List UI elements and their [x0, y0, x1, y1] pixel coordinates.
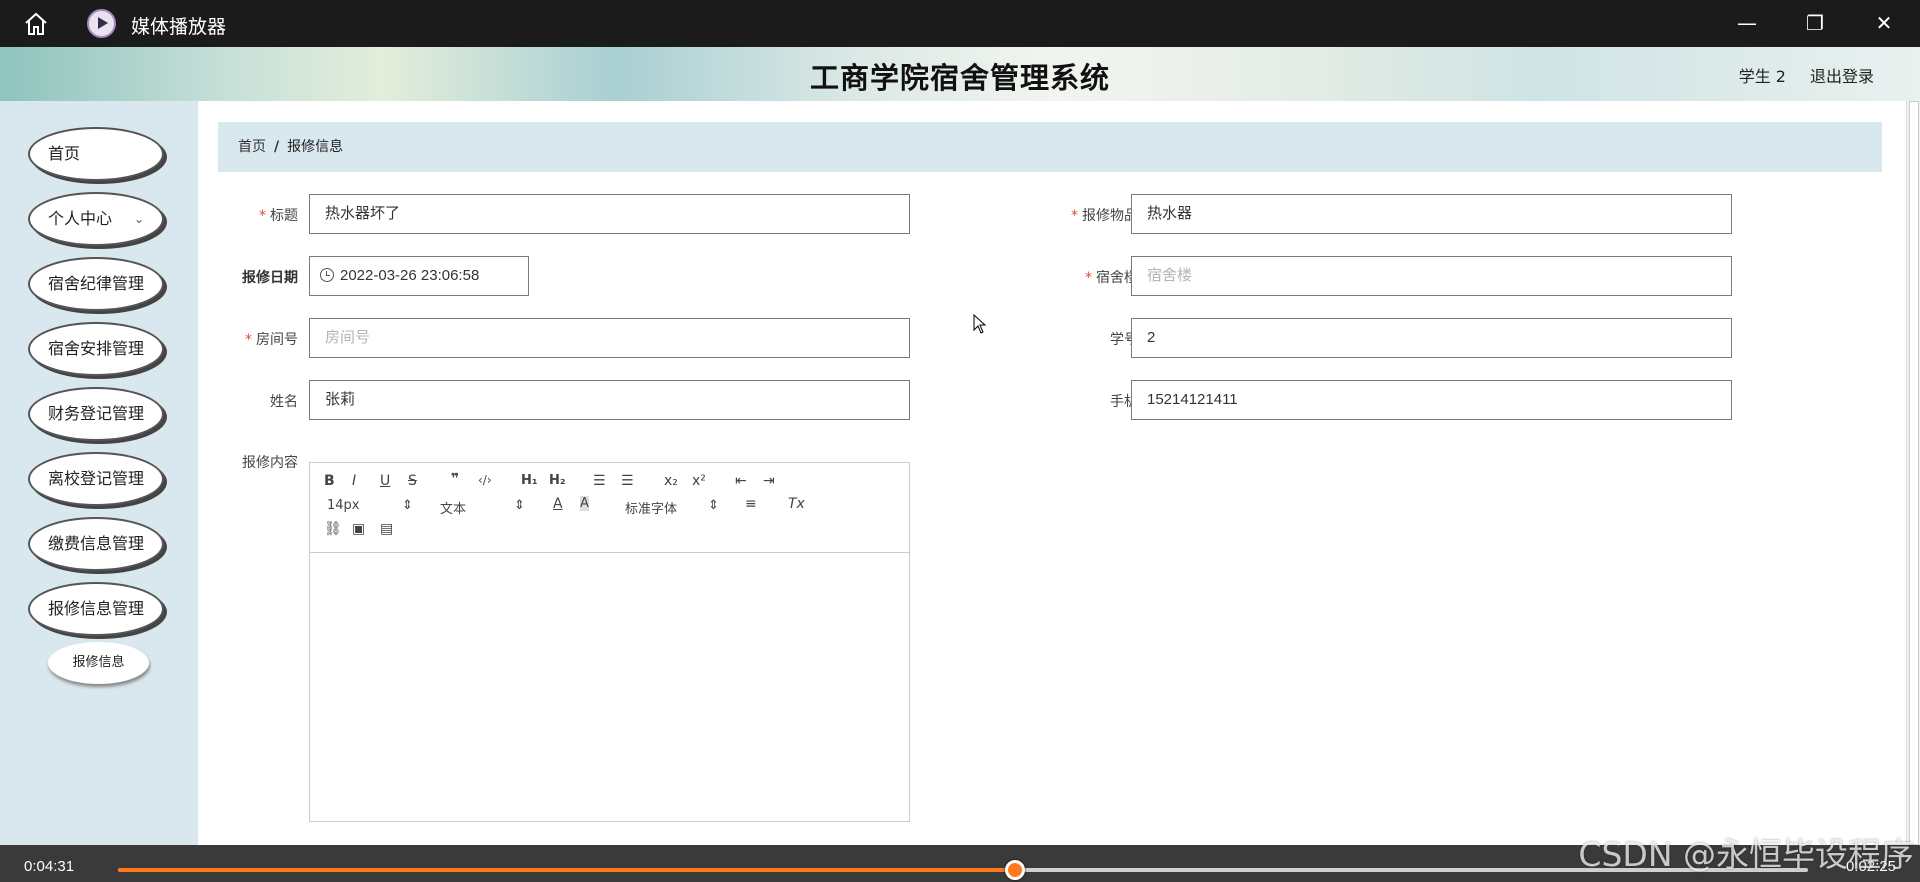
- scrollbar-thumb[interactable]: [1909, 101, 1919, 845]
- window-titlebar: 媒体播放器 — ❐ ✕: [0, 0, 1920, 47]
- phone-input[interactable]: 15214121411: [1131, 380, 1732, 420]
- background-color-icon[interactable]: A: [580, 496, 589, 511]
- underline-button[interactable]: U: [380, 473, 390, 489]
- select-arrows-icon: ⇕: [708, 498, 719, 513]
- logout-link[interactable]: 退出登录: [1810, 63, 1874, 87]
- repair-date-value: 2022-03-26 23:06:58: [340, 267, 480, 284]
- sidebar-item-label: 报修信息管理: [47, 599, 144, 618]
- seek-progress: [118, 868, 1016, 872]
- app-content: 工商学院宿舍管理系统 学生 2 退出登录 首页 个人中心 ⌄ 宿舍纪律管理 宿舍安…: [0, 47, 1920, 845]
- editor-toolbar: B I U S ❞ ‹/› H₁ H₂ ☰ ☰ x₂ x² ⇤ ⇥ 14px ⇕…: [310, 463, 909, 553]
- sidebar-item-finance[interactable]: 财务登记管理: [28, 387, 164, 441]
- sidebar-item-label: 财务登记管理: [47, 404, 144, 423]
- sidebar-item-label: 宿舍纪律管理: [47, 274, 144, 293]
- breadcrumb-separator: /: [274, 139, 280, 155]
- student-no-label: 学号: [1110, 332, 1138, 348]
- rich-text-editor: B I U S ❞ ‹/› H₁ H₂ ☰ ☰ x₂ x² ⇤ ⇥ 14px ⇕…: [309, 462, 910, 822]
- sidebar-item-label: 个人中心: [48, 209, 113, 228]
- sidebar-item-label: 离校登记管理: [47, 469, 144, 488]
- mouse-cursor-icon: [973, 314, 987, 334]
- code-button[interactable]: ‹/›: [478, 473, 492, 487]
- h1-button[interactable]: H₁: [521, 473, 538, 488]
- strike-button[interactable]: S: [408, 473, 417, 489]
- chevron-down-icon: ⌄: [133, 212, 144, 226]
- restore-button[interactable]: ❐: [1800, 8, 1830, 38]
- name-input[interactable]: 张莉: [309, 380, 910, 420]
- sidebar-item-personal-center[interactable]: 个人中心 ⌄: [28, 192, 164, 246]
- breadcrumb-current: 报修信息: [287, 139, 344, 155]
- sidebar-item-leave[interactable]: 离校登记管理: [28, 452, 164, 506]
- breadcrumb-home[interactable]: 首页: [238, 139, 266, 155]
- bold-button[interactable]: B: [324, 473, 335, 489]
- phone-label: 手机: [1110, 394, 1138, 410]
- text-type-select[interactable]: 文本: [440, 498, 466, 517]
- elapsed-time: 0:04:31: [24, 858, 75, 875]
- sidebar-item-label: 宿舍安排管理: [47, 339, 144, 358]
- font-color-icon[interactable]: A: [553, 496, 563, 512]
- repair-item-input[interactable]: 热水器: [1131, 194, 1732, 234]
- dorm-building-label: * 宿舍楼: [1085, 270, 1138, 286]
- subscript-button[interactable]: x₂: [664, 473, 678, 489]
- select-arrows-icon: ⇕: [402, 498, 413, 513]
- minimize-button[interactable]: —: [1732, 8, 1762, 38]
- repair-date-picker[interactable]: 2022-03-26 23:06:58: [309, 256, 529, 296]
- sidebar-item-label: 缴费信息管理: [47, 534, 144, 553]
- header-banner: 工商学院宿舍管理系统 学生 2 退出登录: [0, 47, 1920, 101]
- sidebar-item-home[interactable]: 首页: [28, 127, 164, 181]
- font-size-select[interactable]: 14px: [327, 498, 360, 513]
- editor-body[interactable]: [310, 553, 909, 821]
- sidebar: 首页 个人中心 ⌄ 宿舍纪律管理 宿舍安排管理 财务登记管理 离校登记管理 缴费信…: [0, 101, 198, 845]
- room-no-input[interactable]: 房间号: [309, 318, 910, 358]
- quote-button[interactable]: ❞: [451, 471, 459, 487]
- superscript-button[interactable]: x²: [692, 473, 706, 489]
- sidebar-item-payment[interactable]: 缴费信息管理: [28, 517, 164, 571]
- breadcrumb: 首页 / 报修信息: [218, 122, 1882, 172]
- select-arrows-icon: ⇕: [514, 498, 525, 513]
- content-label: 报修内容: [242, 455, 298, 471]
- italic-button[interactable]: I: [352, 473, 356, 489]
- media-player-icon: [87, 9, 116, 38]
- close-button[interactable]: ✕: [1869, 8, 1899, 38]
- outdent-icon[interactable]: ⇤: [735, 473, 747, 489]
- system-title: 工商学院宿舍管理系统: [809, 61, 1110, 95]
- seek-bar[interactable]: [118, 860, 1808, 880]
- name-label: 姓名: [270, 394, 298, 410]
- indent-icon[interactable]: ⇥: [763, 473, 775, 489]
- h2-button[interactable]: H₂: [549, 473, 566, 488]
- ordered-list-icon[interactable]: ☰: [593, 473, 606, 489]
- seek-handle[interactable]: [1005, 860, 1026, 880]
- window-title: 媒体播放器: [131, 16, 227, 38]
- dorm-building-input[interactable]: 宿舍楼: [1131, 256, 1732, 296]
- home-icon[interactable]: [22, 10, 50, 38]
- current-user: 学生 2: [1738, 67, 1786, 86]
- room-no-label: * 房间号: [245, 332, 298, 348]
- repair-item-label: * 报修物品: [1071, 208, 1138, 224]
- repair-date-label: 报修日期: [242, 270, 298, 286]
- align-icon[interactable]: ≡: [745, 496, 757, 512]
- clock-icon: [320, 268, 334, 282]
- video-icon[interactable]: ▤: [380, 521, 393, 537]
- link-icon[interactable]: ⛓: [324, 521, 342, 537]
- sidebar-subitem-repair-info[interactable]: 报修信息: [48, 642, 149, 684]
- sidebar-item-arrangement[interactable]: 宿舍安排管理: [28, 322, 164, 376]
- bullet-list-icon[interactable]: ☰: [621, 473, 634, 489]
- watermark: CSDN @永恒毕设程序: [1578, 835, 1914, 874]
- title-input[interactable]: 热水器坏了: [309, 194, 910, 234]
- image-icon[interactable]: ▣: [352, 521, 365, 537]
- sidebar-item-discipline[interactable]: 宿舍纪律管理: [28, 257, 164, 311]
- clear-format-button[interactable]: Tx: [788, 496, 805, 512]
- student-no-input[interactable]: 2: [1131, 318, 1732, 358]
- title-label: * 标题: [259, 208, 298, 224]
- font-family-select[interactable]: 标准字体: [625, 498, 677, 517]
- page-scrollbar[interactable]: [1906, 101, 1920, 845]
- sidebar-item-repair[interactable]: 报修信息管理: [28, 582, 164, 636]
- main-content: 首页 / 报修信息 * 标题 热水器坏了 * 报修物品 热水器 报修日期 2022-03…: [198, 101, 1920, 845]
- sidebar-item-label: 首页: [48, 144, 81, 163]
